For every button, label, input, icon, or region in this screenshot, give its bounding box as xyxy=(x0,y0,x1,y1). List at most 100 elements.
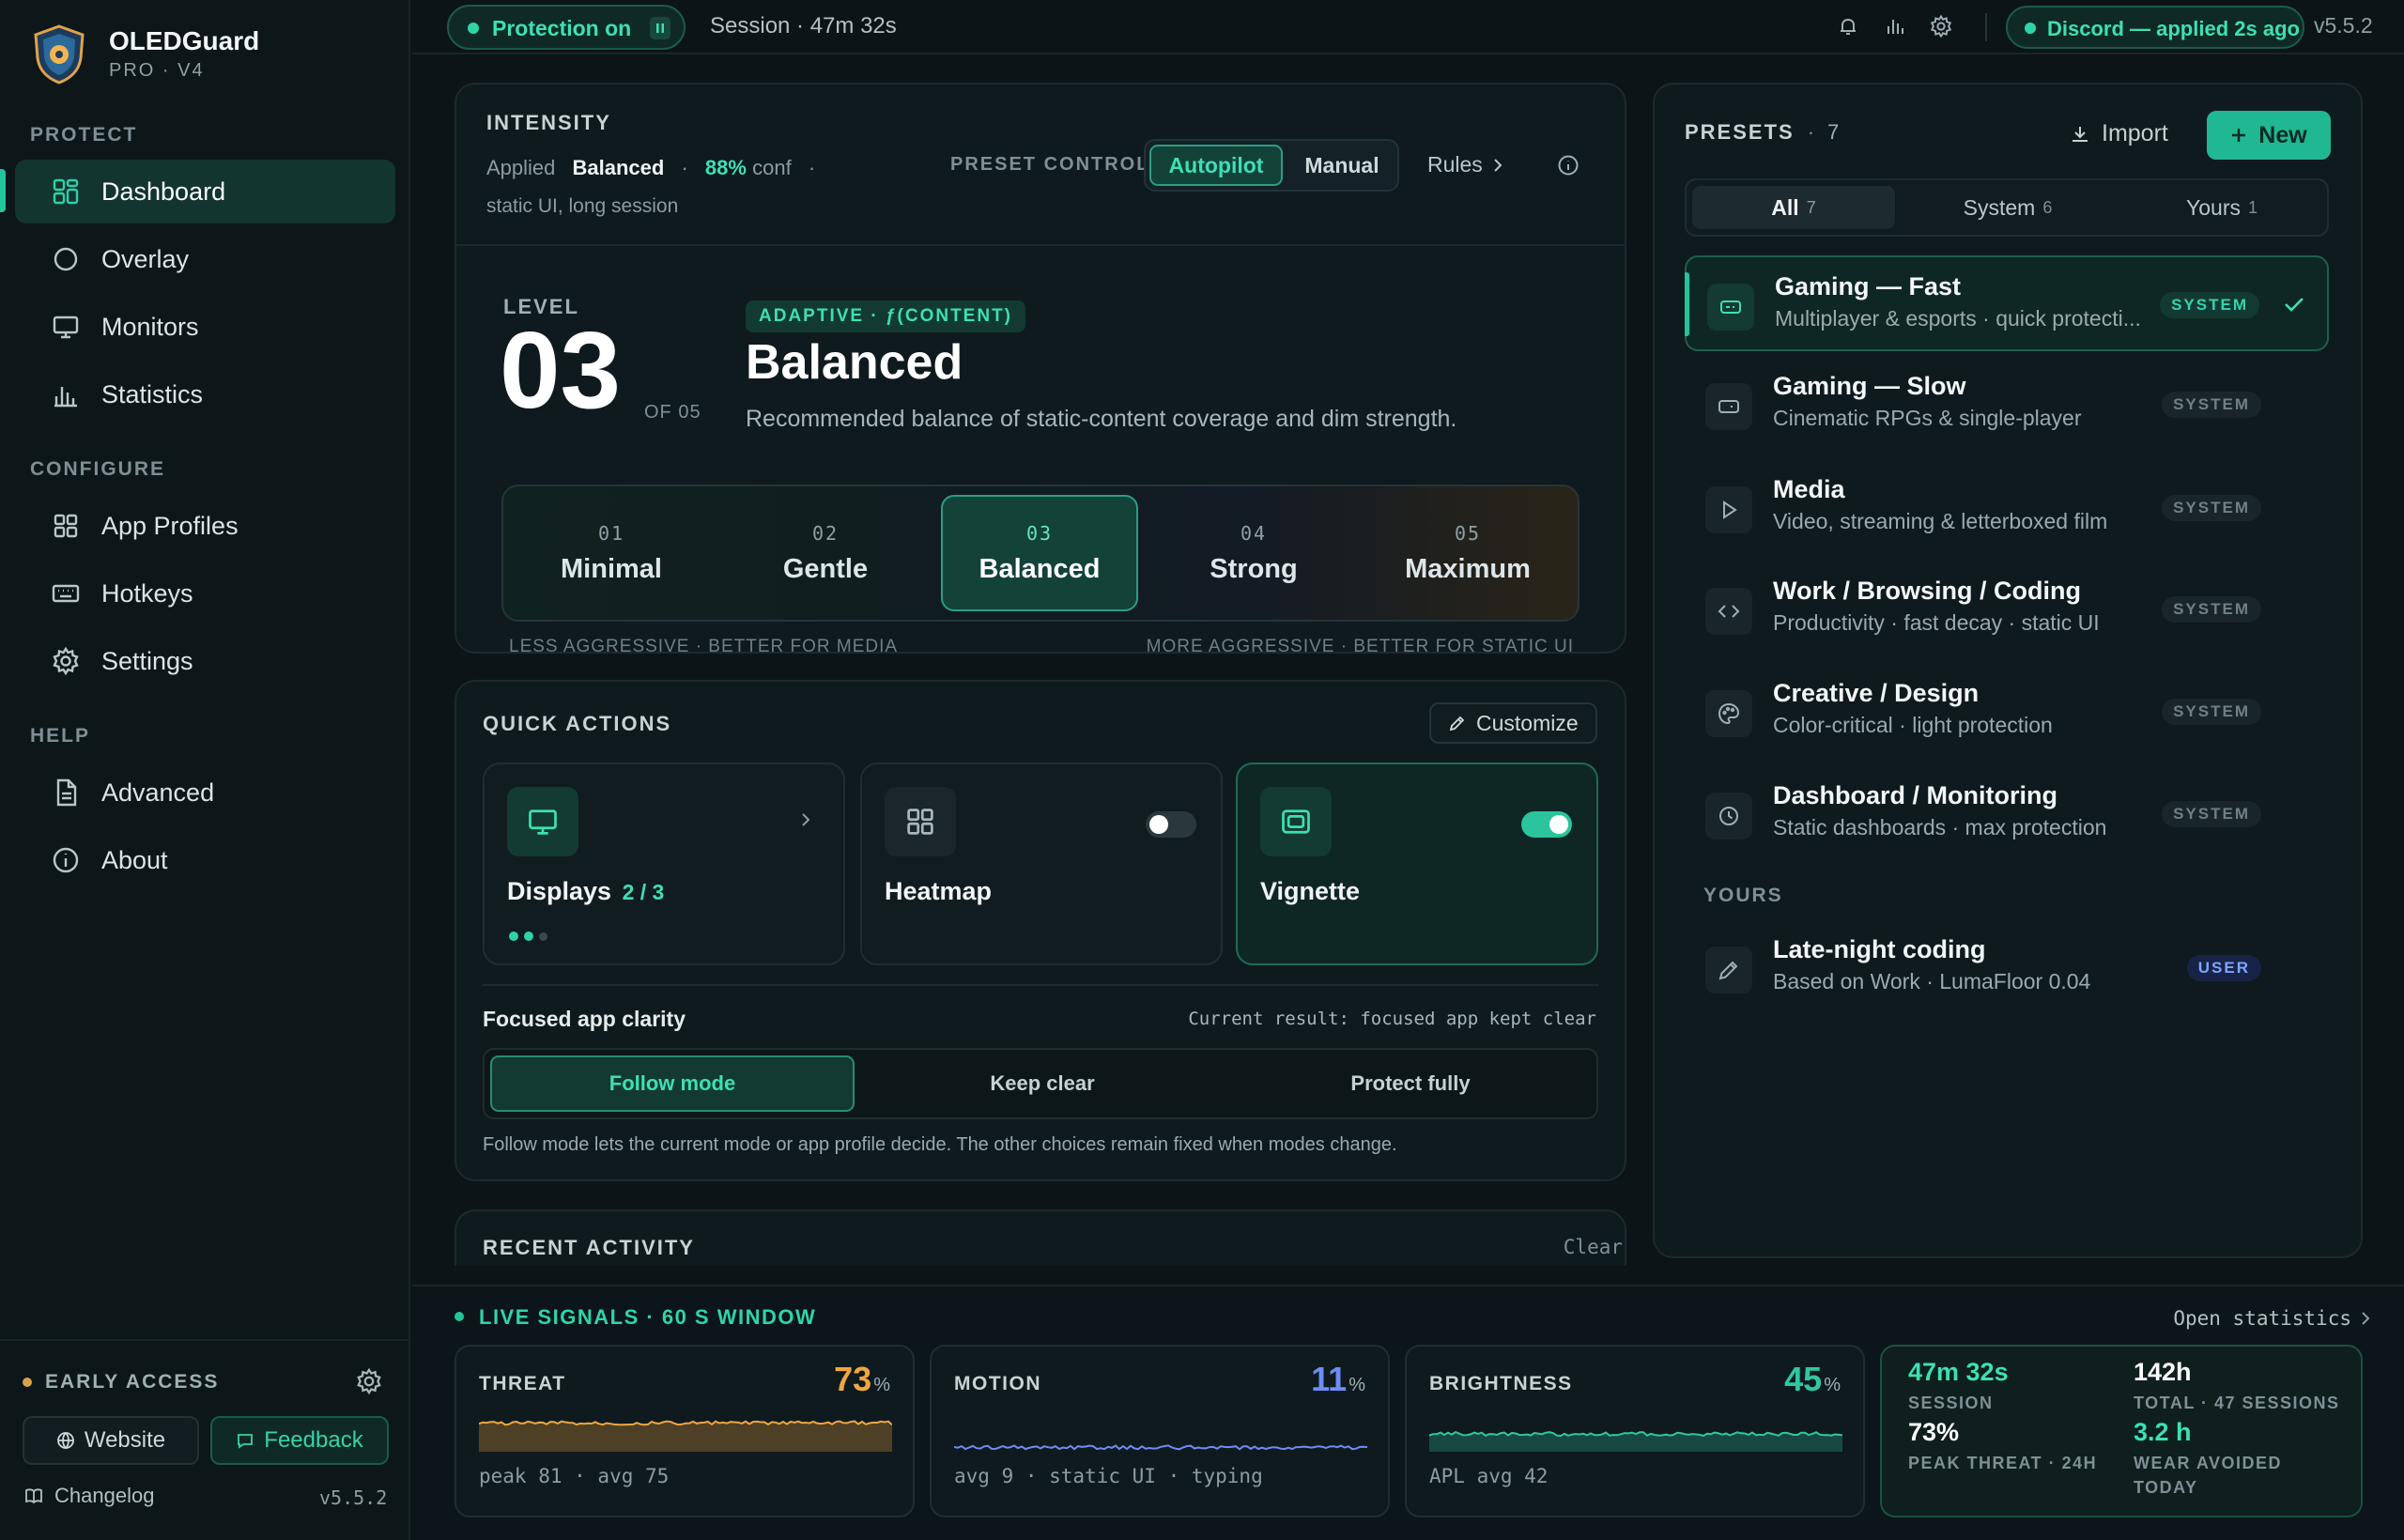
vignette-tile[interactable]: Vignette xyxy=(1236,762,1598,965)
footer-gear-icon[interactable] xyxy=(355,1367,383,1395)
protection-toggle[interactable]: Protection on xyxy=(447,5,686,50)
play-icon xyxy=(1705,486,1752,533)
display-dot-inactive xyxy=(539,932,547,941)
sidebar-item-settings[interactable]: Settings xyxy=(15,629,395,693)
level-option-maximum[interactable]: 05 Maximum xyxy=(1369,495,1566,611)
sparkline-area xyxy=(479,1421,892,1452)
threat-footer: peak 81 · avg 75 xyxy=(479,1465,670,1487)
bell-icon[interactable] xyxy=(1837,15,1859,38)
total-label: TOTAL · 47 SESSIONS xyxy=(2134,1394,2340,1412)
level-option-strong[interactable]: 04 Strong xyxy=(1155,495,1352,611)
feedback-button[interactable]: Feedback xyxy=(210,1416,389,1465)
separator-dot: · xyxy=(681,156,688,179)
level-option-balanced[interactable]: 03 Balanced xyxy=(941,495,1138,611)
sidebar-item-about[interactable]: About xyxy=(15,828,395,892)
wear-avoided-label-line2: TODAY xyxy=(2134,1478,2198,1497)
app-profile-status[interactable]: Discord — applied 2s ago xyxy=(2006,6,2304,49)
vignette-toggle[interactable] xyxy=(1521,811,1572,838)
download-icon xyxy=(2070,124,2090,145)
follow-mode-option[interactable]: Follow mode xyxy=(490,1055,855,1112)
preset-description: Productivity · fast decay · static UI xyxy=(1773,610,2100,635)
heatmap-tile[interactable]: Heatmap xyxy=(860,762,1223,965)
motion-footer: avg 9 · static UI · typing xyxy=(954,1465,1263,1487)
preset-media[interactable]: Media Video, streaming & letterboxed fil… xyxy=(1685,460,2329,556)
presets-title: PRESETS xyxy=(1685,120,1795,144)
system-badge: SYSTEM xyxy=(2160,292,2259,318)
wear-avoided-label: WEAR AVOIDED xyxy=(2134,1454,2283,1472)
new-preset-button[interactable]: New xyxy=(2207,111,2331,160)
preset-dashboard-monitoring[interactable]: Dashboard / Monitoring Static dashboards… xyxy=(1685,766,2329,862)
tab-all[interactable]: All 7 xyxy=(1692,186,1895,229)
preset-title: Gaming — Fast xyxy=(1775,272,1962,300)
motion-value: 11% xyxy=(1311,1360,1365,1399)
keep-clear-option[interactable]: Keep clear xyxy=(860,1055,1225,1112)
level-option-label: Maximum xyxy=(1405,553,1531,584)
level-selector: 01 Minimal 02 Gentle 03 Balanced 04 Stro… xyxy=(501,485,1580,622)
applied-prefix: Applied xyxy=(486,156,556,179)
level-option-gentle[interactable]: 02 Gentle xyxy=(727,495,924,611)
keyboard-icon xyxy=(51,578,81,608)
import-button[interactable]: Import xyxy=(2070,120,2168,147)
early-access-label: EARLY ACCESS xyxy=(45,1371,220,1393)
live-dot xyxy=(455,1312,464,1321)
display-dots xyxy=(509,932,547,941)
customize-button[interactable]: Customize xyxy=(1429,702,1597,744)
manual-button[interactable]: Manual xyxy=(1288,145,1395,186)
autopilot-button[interactable]: Autopilot xyxy=(1149,145,1283,186)
sidebar-item-hotkeys[interactable]: Hotkeys xyxy=(15,562,395,625)
activity-chart-icon[interactable] xyxy=(1884,15,1906,38)
tab-system[interactable]: System 6 xyxy=(1906,186,2109,229)
settings-gear-icon[interactable] xyxy=(1929,14,1953,38)
preset-creative-design[interactable]: Creative / Design Color-critical · light… xyxy=(1685,664,2329,760)
info-icon[interactable] xyxy=(1557,154,1580,177)
level-number: 03 xyxy=(500,309,622,431)
sidebar-item-label: Hotkeys xyxy=(101,578,193,608)
sidebar-item-overlay[interactable]: Overlay xyxy=(15,227,395,291)
preset-gaming-slow[interactable]: Gaming — Slow Cinematic RPGs & single-pl… xyxy=(1685,357,2329,453)
website-button[interactable]: Website xyxy=(23,1416,199,1465)
intensity-card: INTENSITY Applied Balanced · 88% conf · … xyxy=(455,83,1626,654)
session-timer: Session · 47m 32s xyxy=(710,13,897,38)
preset-late-night-coding[interactable]: Late-night coding Based on Work · LumaFl… xyxy=(1685,920,2329,1016)
new-preset-label: New xyxy=(2258,121,2307,148)
heatmap-toggle[interactable] xyxy=(1146,811,1196,838)
sidebar-item-app-profiles[interactable]: App Profiles xyxy=(15,494,395,558)
protect-fully-option[interactable]: Protect fully xyxy=(1228,1055,1593,1112)
sidebar-item-dashboard[interactable]: Dashboard xyxy=(15,160,395,223)
open-statistics-link[interactable]: Open statistics xyxy=(2173,1307,2370,1330)
sidebar-item-advanced[interactable]: Advanced xyxy=(15,761,395,824)
session-label: SESSION xyxy=(1908,1394,1994,1412)
pause-icon[interactable] xyxy=(650,17,670,39)
clock-icon xyxy=(1705,793,1752,839)
toggle-knob xyxy=(1549,815,1568,834)
bar-chart-icon xyxy=(51,379,81,409)
tab-yours[interactable]: Yours 1 xyxy=(2120,186,2323,229)
clear-activity-button[interactable]: Clear xyxy=(1564,1236,1623,1258)
brand-name: OLEDGuard xyxy=(109,26,260,55)
gear-icon xyxy=(51,646,81,676)
preset-gaming-fast[interactable]: Gaming — Fast Multiplayer & esports · qu… xyxy=(1685,255,2329,351)
threat-signal-card: THREAT 73% peak 81 · avg 75 xyxy=(455,1345,915,1517)
level-of: OF 05 xyxy=(644,402,701,423)
displays-tile[interactable]: Displays 2 / 3 xyxy=(483,762,845,965)
brightness-label: BRIGHTNESS xyxy=(1429,1373,1573,1394)
sidebar-item-statistics[interactable]: Statistics xyxy=(15,362,395,426)
adaptive-badge: ADAPTIVE · ƒ(CONTENT) xyxy=(746,300,1025,332)
hint-right: MORE AGGRESSIVE · BETTER FOR STATIC UI xyxy=(1146,637,1574,654)
level-option-minimal[interactable]: 01 Minimal xyxy=(513,495,710,611)
globe-icon xyxy=(56,1431,75,1450)
preset-title: Dashboard / Monitoring xyxy=(1773,781,2057,809)
level-segments: 01 Minimal 02 Gentle 03 Balanced 04 Stro… xyxy=(513,495,1572,611)
changelog-link[interactable]: Changelog xyxy=(24,1484,154,1508)
heatmap-label: Heatmap xyxy=(885,877,993,905)
nav-section-protect: PROTECT xyxy=(30,124,138,146)
nav-section-help: HELP xyxy=(30,725,91,747)
level-option-number: 01 xyxy=(597,521,625,545)
chevron-right-icon xyxy=(2361,1311,2370,1326)
user-badge: USER xyxy=(2186,955,2261,981)
brightness-number: 45 xyxy=(1784,1360,1823,1398)
sidebar-item-label: Advanced xyxy=(101,778,215,807)
rules-link[interactable]: Rules xyxy=(1427,152,1503,177)
preset-work-browsing-coding[interactable]: Work / Browsing / Coding Productivity · … xyxy=(1685,562,2329,657)
sidebar-item-monitors[interactable]: Monitors xyxy=(15,295,395,359)
